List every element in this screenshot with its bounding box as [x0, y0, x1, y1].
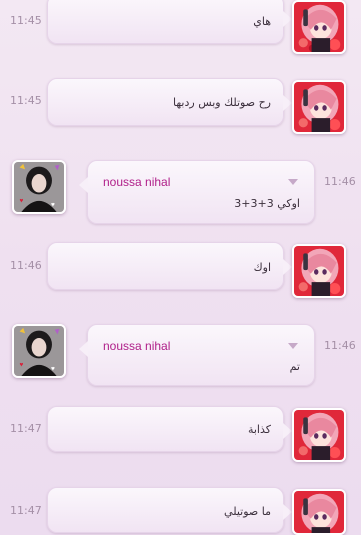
message-time: 11:45	[10, 14, 42, 27]
message-bubble[interactable]: ما صوتيلي	[47, 487, 292, 533]
anime-girl-avatar-image	[294, 410, 344, 460]
message-row: 11:45 رح صوتلك وبس ردبها	[0, 78, 361, 138]
message-text: رح صوتلك وبس ردبها	[173, 96, 271, 109]
anime-girl-avatar[interactable]	[292, 489, 346, 535]
message-time: 11:45	[10, 94, 42, 107]
sender-name[interactable]: noussa nihal	[103, 339, 170, 353]
contact-photo-avatar-image: ♥ ♥	[14, 326, 64, 376]
message-bubble[interactable]: noussa nihal تم	[79, 324, 315, 386]
svg-text:♥: ♥	[51, 201, 55, 208]
message-bubble[interactable]: noussa nihal اوكي 3+3+3	[79, 160, 315, 224]
anime-girl-avatar-image	[294, 2, 344, 52]
message-text: هاي	[253, 15, 271, 28]
message-text: كذابة	[247, 423, 271, 436]
anime-girl-avatar[interactable]	[292, 408, 346, 462]
message-text: اوكي 3+3+3	[234, 197, 300, 210]
message-text: ما صوتيلي	[224, 505, 271, 518]
message-time: 11:47	[10, 422, 42, 435]
svg-text:♥: ♥	[20, 198, 24, 205]
sender-name[interactable]: noussa nihal	[103, 175, 170, 189]
contact-photo-avatar[interactable]: ♥ ♥	[12, 324, 66, 378]
message-bubble[interactable]: كذابة	[47, 406, 292, 452]
message-row: 11:47 ما صوتيلي	[0, 487, 361, 535]
message-time: 11:46	[324, 339, 356, 352]
anime-girl-avatar[interactable]	[292, 0, 346, 54]
message-row: 11:47 كذابة	[0, 406, 361, 466]
message-row: 11:45 هاي	[0, 0, 361, 54]
chat-feed: 11:45 هاي 11:45 رح صوتلك وبس ردبها ♥ ♥ n…	[0, 0, 361, 535]
anime-girl-avatar[interactable]	[292, 244, 346, 298]
message-row: ♥ ♥ noussa nihal اوكي 3+3+3 11:46	[0, 158, 361, 224]
message-time: 11:46	[10, 259, 42, 272]
message-bubble[interactable]: هاي	[47, 0, 292, 44]
contact-photo-avatar-image: ♥ ♥	[14, 162, 64, 212]
anime-girl-avatar[interactable]	[292, 80, 346, 134]
message-row: 11:46 اوك	[0, 242, 361, 302]
anime-girl-avatar-image	[294, 491, 344, 533]
message-row: ♥ ♥ noussa nihal تم 11:46	[0, 322, 361, 388]
chevron-down-icon[interactable]	[288, 343, 298, 349]
message-bubble[interactable]: رح صوتلك وبس ردبها	[47, 78, 292, 126]
message-time: 11:47	[10, 504, 42, 517]
anime-girl-avatar-image	[294, 246, 344, 296]
message-text: اوك	[253, 261, 271, 274]
chevron-down-icon[interactable]	[288, 179, 298, 185]
svg-text:♥: ♥	[51, 365, 55, 372]
message-time: 11:46	[324, 175, 356, 188]
message-text: تم	[289, 360, 300, 373]
anime-girl-avatar-image	[294, 82, 344, 132]
svg-text:♥: ♥	[20, 362, 24, 369]
contact-photo-avatar[interactable]: ♥ ♥	[12, 160, 66, 214]
message-bubble[interactable]: اوك	[47, 242, 292, 290]
